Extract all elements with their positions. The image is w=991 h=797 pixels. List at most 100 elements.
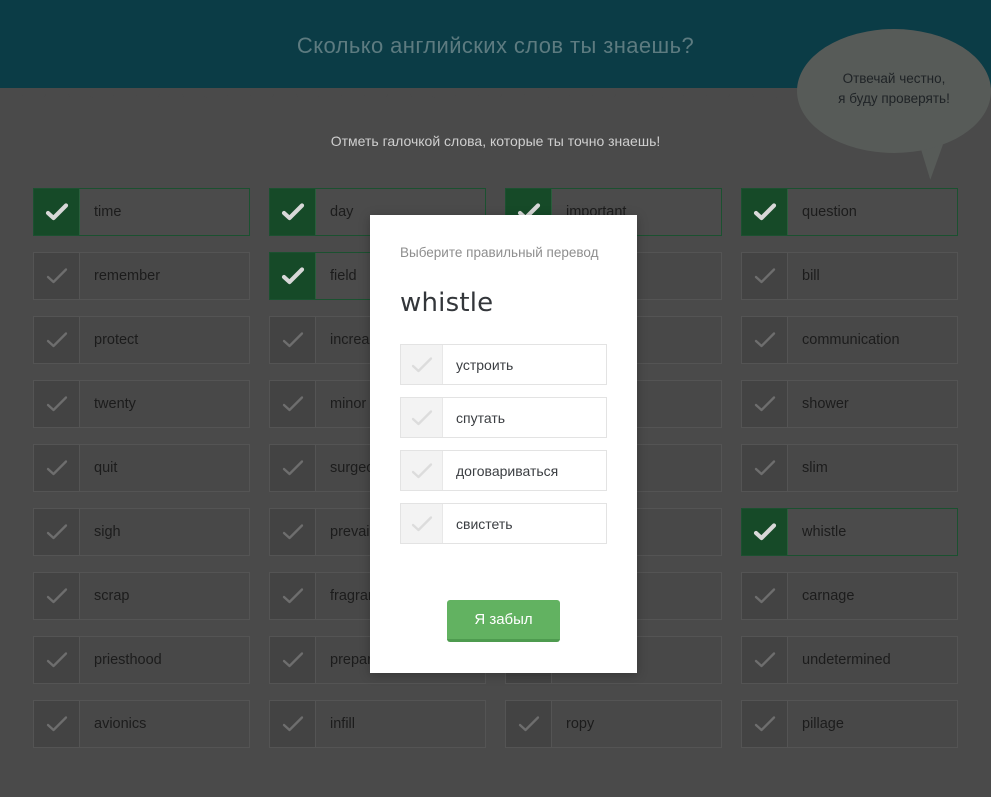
check-icon (411, 515, 432, 531)
word-item[interactable]: quit (33, 444, 250, 492)
modal-option[interactable]: спутать (400, 397, 607, 438)
check-icon (411, 462, 432, 478)
modal-word: whistle (400, 288, 494, 318)
modal-option-label: спутать (456, 409, 506, 426)
word-checkbox[interactable] (742, 317, 788, 363)
word-column: question bill communication shower slim whist… (741, 188, 958, 748)
word-item[interactable]: carnage (741, 572, 958, 620)
check-icon (46, 524, 67, 540)
word-label: shower (788, 381, 957, 427)
modal-option[interactable]: свистеть (400, 503, 607, 544)
word-item[interactable]: protect (33, 316, 250, 364)
word-checkbox[interactable] (34, 381, 80, 427)
word-checkbox[interactable] (34, 509, 80, 555)
modal-option-checkbox[interactable] (401, 345, 443, 384)
word-label: pillage (788, 701, 957, 747)
word-checkbox[interactable] (742, 445, 788, 491)
word-item[interactable]: bill (741, 252, 958, 300)
check-icon (45, 203, 68, 221)
modal-option[interactable]: устроить (400, 344, 607, 385)
word-checkbox[interactable] (742, 573, 788, 619)
word-checkbox[interactable] (34, 445, 80, 491)
check-icon (46, 652, 67, 668)
check-icon (753, 523, 776, 541)
word-item[interactable]: twenty (33, 380, 250, 428)
speech-bubble-line-2: я буду проверять! (838, 91, 950, 106)
word-checkbox[interactable] (742, 381, 788, 427)
word-checkbox[interactable] (270, 573, 316, 619)
modal-option-checkbox[interactable] (401, 504, 443, 543)
word-checkbox[interactable] (34, 701, 80, 747)
check-icon (282, 652, 303, 668)
word-checkbox[interactable] (270, 637, 316, 683)
word-item[interactable]: infill (269, 700, 486, 748)
word-checkbox[interactable] (34, 317, 80, 363)
word-checkbox[interactable] (34, 573, 80, 619)
word-checkbox[interactable] (34, 253, 80, 299)
modal-option-checkbox[interactable] (401, 398, 443, 437)
word-checkbox[interactable] (270, 509, 316, 555)
check-icon (281, 267, 304, 285)
word-label: undetermined (788, 637, 957, 683)
word-item[interactable]: whistle (741, 508, 958, 556)
check-icon (282, 332, 303, 348)
word-item[interactable]: question (741, 188, 958, 236)
word-item[interactable]: shower (741, 380, 958, 428)
word-label: whistle (788, 509, 957, 555)
word-label: infill (316, 701, 485, 747)
modal-option-checkbox[interactable] (401, 451, 443, 490)
check-icon (282, 716, 303, 732)
word-label: time (80, 189, 249, 235)
check-icon (46, 588, 67, 604)
modal-option-label: устроить (456, 356, 514, 373)
word-checkbox[interactable] (270, 701, 316, 747)
word-checkbox[interactable] (742, 637, 788, 683)
modal-option[interactable]: договариваться (400, 450, 607, 491)
check-icon (754, 716, 775, 732)
word-checkbox[interactable] (506, 701, 552, 747)
modal-prompt: Выберите правильный перевод (400, 245, 599, 260)
word-checkbox[interactable] (742, 509, 788, 555)
check-icon (754, 460, 775, 476)
check-icon (282, 588, 303, 604)
word-item[interactable]: ropy (505, 700, 722, 748)
check-icon (518, 716, 539, 732)
check-icon (754, 652, 775, 668)
check-icon (754, 332, 775, 348)
check-icon (282, 524, 303, 540)
word-item[interactable]: avionics (33, 700, 250, 748)
word-label: priesthood (80, 637, 249, 683)
word-label: protect (80, 317, 249, 363)
check-icon (411, 356, 432, 372)
word-item[interactable]: priesthood (33, 636, 250, 684)
word-checkbox[interactable] (270, 189, 316, 235)
word-label: scrap (80, 573, 249, 619)
word-item[interactable]: slim (741, 444, 958, 492)
word-checkbox[interactable] (270, 253, 316, 299)
word-label: bill (788, 253, 957, 299)
check-icon (282, 460, 303, 476)
word-checkbox[interactable] (742, 701, 788, 747)
word-item[interactable]: communication (741, 316, 958, 364)
word-item[interactable]: undetermined (741, 636, 958, 684)
word-item[interactable]: time (33, 188, 250, 236)
check-icon (46, 716, 67, 732)
check-icon (753, 203, 776, 221)
word-item[interactable]: sigh (33, 508, 250, 556)
word-item[interactable]: pillage (741, 700, 958, 748)
speech-bubble-line-1: Отвечай честно, (842, 71, 946, 86)
word-checkbox[interactable] (270, 381, 316, 427)
word-checkbox[interactable] (742, 189, 788, 235)
modal-option-label: свистеть (456, 515, 513, 532)
word-label: quit (80, 445, 249, 491)
check-icon (754, 588, 775, 604)
word-item[interactable]: remember (33, 252, 250, 300)
word-checkbox[interactable] (270, 445, 316, 491)
word-checkbox[interactable] (34, 637, 80, 683)
check-icon (754, 268, 775, 284)
word-item[interactable]: scrap (33, 572, 250, 620)
word-checkbox[interactable] (742, 253, 788, 299)
word-checkbox[interactable] (270, 317, 316, 363)
forgot-button[interactable]: Я забыл (447, 600, 560, 642)
word-checkbox[interactable] (34, 189, 80, 235)
